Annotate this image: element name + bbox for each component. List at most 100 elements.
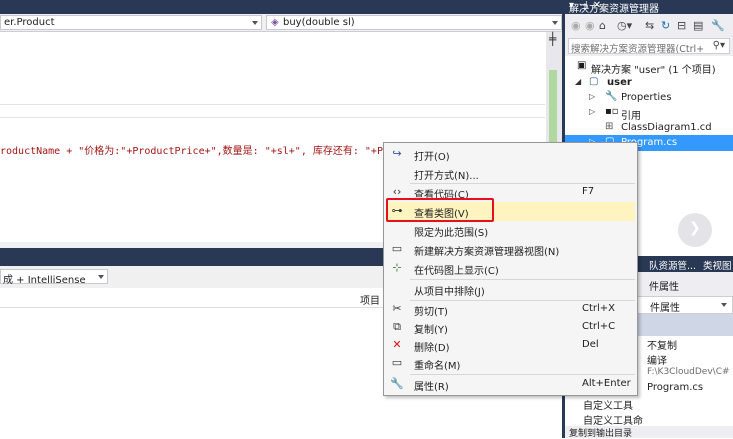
column-project[interactable]: 项目 [360, 292, 380, 307]
scroll-next-button[interactable]: ❯ [678, 213, 712, 247]
type-dropdown[interactable]: er.Product [0, 15, 262, 30]
code-map-icon: ⊹ [392, 261, 402, 274]
forward-icon[interactable]: ◉ [585, 19, 595, 32]
menu-item-open[interactable]: ↪ 打开(O) [386, 145, 635, 164]
member-dropdown-value: buy(double sl) [283, 17, 355, 28]
menu-item-scope-to-this[interactable]: 限定为此范围(S) [386, 221, 635, 240]
property-value: 编译 [647, 356, 667, 367]
tree-item-project-user[interactable]: ◢ ▢ user [565, 75, 733, 91]
new-view-icon: ▭ [391, 242, 403, 255]
refresh-icon[interactable]: ↻ [661, 19, 670, 32]
menu-item-label: 剪切(T) [414, 307, 448, 318]
highlight-annotation-box [386, 198, 494, 222]
build-source-value: 成 + IntelliSense [3, 275, 86, 286]
tab-class-view[interactable]: 类视图 [703, 258, 732, 272]
wrench-icon: 🔧 [605, 91, 618, 102]
copy-icon: ⧉ [393, 320, 401, 333]
editor-tab-strip [0, 0, 562, 14]
menu-item-shortcut: F7 [582, 186, 595, 197]
menu-item-properties[interactable]: 🔧 属性(R) Alt+Enter [386, 375, 635, 394]
chevron-right-icon: ❯ [689, 220, 701, 236]
solution-icon: ▣ [577, 60, 587, 71]
tree-item-solution[interactable]: ▣ 解决方案 "user" (1 个项目) [565, 59, 733, 76]
properties-object-value: 件属性 [650, 303, 680, 314]
menu-item-shortcut: Ctrl+X [582, 303, 616, 314]
menu-item-cut[interactable]: ✂ 剪切(T) Ctrl+X [386, 300, 635, 319]
menu-item-label: 重命名(M) [414, 361, 461, 372]
menu-item-copy[interactable]: ⧉ 复制(Y) Ctrl+C [386, 318, 635, 337]
tree-item-classdiagram[interactable]: ⊞ ClassDiagram1.cd [565, 120, 733, 136]
property-key: 自定义工具 [583, 401, 633, 412]
build-source-dropdown[interactable]: 成 + IntelliSense [0, 269, 108, 286]
solution-explorer-search[interactable]: 搜索解决方案资源管理器(Ctrl+ ⚲▾ [568, 38, 730, 55]
menu-item-label: 打开方式(N)... [414, 171, 479, 182]
chevron-down-icon [721, 303, 727, 307]
property-description: 复制到输出目录 [565, 426, 733, 439]
current-line-highlight [0, 104, 545, 118]
scissors-icon: ✂ [392, 302, 402, 315]
menu-item-delete[interactable]: ✕ 删除(D) Del [386, 336, 635, 355]
menu-item-open-with[interactable]: 打开方式(N)... [386, 164, 635, 183]
property-value: 不复制 [647, 341, 677, 352]
menu-item-label: 删除(D) [414, 343, 450, 354]
chevron-down-icon [98, 275, 104, 279]
tab-team-explorer[interactable]: 队资源管... [649, 258, 696, 272]
menu-item-label: 打开(O) [414, 152, 450, 163]
solution-explorer-toolbar: ◉ ◉ ⌂ ◷▾ ⇆ ↻ ⊟ ▤ 🔧 [565, 14, 733, 38]
menu-item-shortcut: Alt+Enter [582, 378, 631, 389]
collapsed-arrow-icon[interactable]: ▷ [589, 92, 595, 101]
collapse-all-icon[interactable]: ⊟ [677, 19, 686, 32]
split-editor-icon[interactable]: ╪ [549, 32, 556, 46]
tree-item-label: ClassDiagram1.cd [621, 122, 712, 133]
chevron-down-icon [552, 21, 558, 25]
search-placeholder: 搜索解决方案资源管理器(Ctrl+ [571, 44, 705, 55]
solution-explorer-title-bar: 解决方案资源管理器 ▾⊣✕ [565, 0, 733, 15]
window-buttons-icon[interactable]: ▾⊣✕ [569, 0, 730, 11]
menu-item-label: 属性(R) [414, 382, 449, 393]
home-icon[interactable]: ⌂ [599, 19, 606, 32]
menu-item-label: 限定为此范围(S) [414, 228, 489, 239]
sync-icon[interactable]: ⇆ [645, 19, 654, 32]
method-icon: ◈ [271, 17, 279, 28]
code-line: roductName + "价格为:"+ProductPrice+",数量是: … [0, 146, 402, 157]
csharp-project-icon: ▢ [589, 76, 599, 87]
menu-item-rename[interactable]: ▭ 重命名(M) [386, 354, 635, 373]
member-dropdown[interactable]: ◈ buy(double sl) [266, 15, 562, 30]
collapsed-arrow-icon[interactable]: ▷ [589, 107, 595, 116]
property-row[interactable]: 自定义工具命 [565, 411, 733, 427]
class-diagram-icon: ⊞ [605, 121, 614, 132]
wrench-icon: 🔧 [390, 377, 404, 390]
menu-item-label: 在代码图上显示(C) [414, 266, 499, 277]
menu-item-shortcut: Del [582, 339, 599, 350]
tree-item-properties[interactable]: ▷ 🔧 Properties [565, 90, 733, 106]
open-icon: ↪ [392, 147, 402, 160]
menu-item-new-explorer-view[interactable]: ▭ 新建解决方案资源管理器视图(N) [386, 240, 635, 259]
property-value: F:\K3CloudDev\C# [647, 367, 730, 377]
search-icon[interactable]: ⚲▾ [713, 40, 725, 51]
tree-item-references[interactable]: ▷ ▪▫ 引用 [565, 105, 733, 122]
property-key: 自定义工具命 [583, 416, 643, 427]
code-icon: ‹› [392, 185, 402, 198]
navigation-bar: er.Product ◈ buy(double sl) [0, 14, 562, 32]
menu-item-show-on-code-map[interactable]: ⊹ 在代码图上显示(C) [386, 259, 635, 278]
references-icon: ▪▫ [605, 106, 619, 117]
tree-item-label: Properties [621, 92, 672, 103]
show-all-files-icon[interactable]: ▤ [693, 19, 703, 32]
back-icon[interactable]: ◉ [571, 19, 581, 32]
context-menu: ↪ 打开(O) 打开方式(N)... ‹› 查看代码(C) F7 ⊶ 查看类图(… [383, 142, 638, 396]
property-row[interactable]: 自定义工具 [565, 396, 733, 412]
tree-item-label: 解决方案 "user" (1 个项目) [591, 65, 716, 76]
tree-item-label: user [607, 77, 632, 88]
expanded-arrow-icon[interactable]: ◢ [575, 77, 581, 86]
property-description-text: 复制到输出目录 [569, 429, 633, 439]
menu-item-label: 复制(Y) [414, 325, 448, 336]
properties-title: 件属性 [649, 282, 679, 293]
menu-item-label: 新建解决方案资源管理器视图(N) [414, 247, 560, 258]
chevron-down-icon [252, 21, 258, 25]
delete-icon: ✕ [392, 338, 402, 351]
pending-changes-icon[interactable]: ◷▾ [617, 19, 632, 32]
properties-icon[interactable]: 🔧 [711, 19, 725, 32]
type-dropdown-value: er.Product [4, 17, 55, 28]
menu-item-label: 从项目中排除(J) [414, 287, 485, 298]
menu-item-exclude-from-project[interactable]: 从项目中排除(J) [386, 280, 635, 299]
